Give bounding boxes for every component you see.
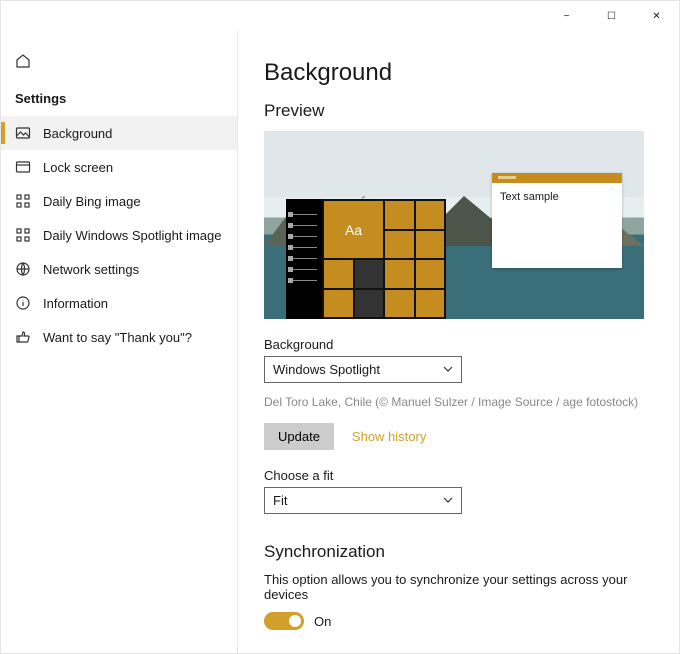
fit-field-label: Choose a fit <box>264 468 653 483</box>
sidebar-item-label: Lock screen <box>43 160 113 175</box>
window-titlebar: − ☐ ✕ <box>1 1 679 31</box>
close-button[interactable]: ✕ <box>634 1 679 31</box>
home-icon <box>15 53 31 69</box>
background-select-value: Windows Spotlight <box>273 362 380 377</box>
sidebar-item-daily-bing[interactable]: Daily Bing image <box>1 184 237 218</box>
sidebar-item-label: Daily Bing image <box>43 194 141 209</box>
thumbs-up-icon <box>15 329 31 345</box>
page-title: Background <box>264 59 653 87</box>
lock-icon <box>15 159 31 175</box>
wallpaper-preview: Aa Text sample <box>264 131 644 319</box>
sidebar-item-network[interactable]: Network settings <box>1 252 237 286</box>
sidebar-item-label: Background <box>43 126 112 141</box>
preview-tile-text: Aa <box>324 201 383 258</box>
apps-icon <box>15 193 31 209</box>
show-history-link[interactable]: Show history <box>352 429 426 444</box>
image-attribution: Del Toro Lake, Chile (© Manuel Sulzer / … <box>264 395 653 409</box>
fit-select-value: Fit <box>273 493 287 508</box>
sidebar-item-lock-screen[interactable]: Lock screen <box>1 150 237 184</box>
sync-toggle[interactable] <box>264 612 304 630</box>
sidebar-item-label: Information <box>43 296 108 311</box>
settings-heading: Settings <box>15 91 237 106</box>
preview-start-menu: Aa <box>286 199 446 319</box>
preview-heading: Preview <box>264 101 653 121</box>
preview-sample-text: Text sample <box>500 191 559 203</box>
sidebar-item-daily-spotlight[interactable]: Daily Windows Spotlight image <box>1 218 237 252</box>
background-select[interactable]: Windows Spotlight <box>264 356 462 383</box>
fit-select[interactable]: Fit <box>264 487 462 514</box>
chevron-down-icon <box>443 493 453 508</box>
sync-toggle-label: On <box>314 614 331 629</box>
info-icon <box>15 295 31 311</box>
sidebar: Settings Background Lock screen Daily Bi… <box>1 31 238 653</box>
sidebar-item-information[interactable]: Information <box>1 286 237 320</box>
maximize-button[interactable]: ☐ <box>589 1 634 31</box>
globe-icon <box>15 261 31 277</box>
home-button[interactable] <box>1 49 237 73</box>
minimize-button[interactable]: − <box>544 1 589 31</box>
sync-heading: Synchronization <box>264 542 653 562</box>
sidebar-item-label: Want to say "Thank you"? <box>43 330 192 345</box>
apps-icon <box>15 227 31 243</box>
image-icon <box>15 125 31 141</box>
background-field-label: Background <box>264 337 653 352</box>
update-button[interactable]: Update <box>264 423 334 450</box>
sidebar-item-label: Daily Windows Spotlight image <box>43 228 221 243</box>
sync-description: This option allows you to synchronize yo… <box>264 572 653 602</box>
sidebar-item-label: Network settings <box>43 262 139 277</box>
main-content: Background Preview Aa <box>238 31 679 653</box>
chevron-down-icon <box>443 362 453 377</box>
sidebar-item-thank-you[interactable]: Want to say "Thank you"? <box>1 320 237 354</box>
preview-sample-window: Text sample <box>492 173 622 268</box>
sidebar-item-background[interactable]: Background <box>1 116 237 150</box>
